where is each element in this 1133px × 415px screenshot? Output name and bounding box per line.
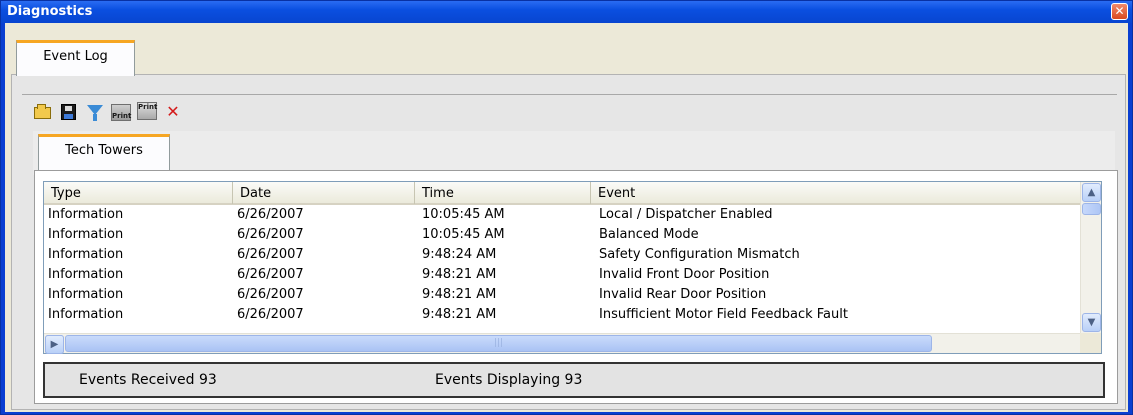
cell-event: Safety Configuration Mismatch [599,247,800,262]
cell-type: Information [48,247,124,262]
toolbar: Print Print ✕ [33,101,183,123]
horizontal-scrollbar[interactable]: ◀ ||| ▶ [44,333,1080,354]
print-icon: Print [111,104,131,121]
cell-date: 6/26/2007 [237,227,304,242]
events-received-label: Events Received 93 [79,372,217,388]
table-row[interactable]: Information 6/26/2007 9:48:21 AM Invalid… [44,285,1080,305]
status-bar: Events Received 93 Events Displaying 93 [43,362,1105,398]
clear-button[interactable]: ✕ [163,102,183,122]
open-button[interactable] [33,102,53,122]
table-row[interactable]: Information 6/26/2007 10:05:45 AM Balanc… [44,225,1080,245]
cell-type: Information [48,207,124,222]
column-header-event[interactable]: Event [591,182,1080,204]
list-header: Type Date Time Event [44,182,1080,205]
cell-time: 9:48:21 AM [422,307,497,322]
tab-event-log[interactable]: Event Log [16,40,135,76]
column-header-type[interactable]: Type [44,182,233,204]
filter-button[interactable] [85,102,105,122]
cell-event: Invalid Rear Door Position [599,287,767,302]
vertical-scroll-thumb[interactable] [1082,203,1101,215]
save-icon [61,104,76,120]
cell-time: 10:05:45 AM [422,227,505,242]
scroll-up-button[interactable]: ▲ [1082,183,1101,202]
cell-type: Information [48,287,124,302]
delete-icon: ✕ [166,102,180,121]
cell-event: Invalid Front Door Position [599,267,770,282]
scroll-right-button[interactable]: ▶ [45,335,64,354]
print-button[interactable]: Print [111,102,131,122]
save-button[interactable] [59,102,79,122]
title-bar[interactable]: Diagnostics ✕ [1,1,1132,23]
column-header-date[interactable]: Date [233,182,415,204]
cell-date: 6/26/2007 [237,207,304,222]
diagnostics-window: Diagnostics ✕ Event Log Print Print ✕ Te… [0,0,1133,415]
outer-tab-strip [5,23,1128,74]
folder-open-icon [34,104,51,119]
scroll-down-button[interactable]: ▼ [1082,313,1101,332]
toolbar-divider [22,94,1117,95]
table-row[interactable]: Information 6/26/2007 10:05:45 AM Local … [44,205,1080,225]
cell-type: Information [48,227,124,242]
cell-date: 6/26/2007 [237,247,304,262]
tab-tech-towers[interactable]: Tech Towers [38,134,170,170]
column-header-time[interactable]: Time [415,182,591,204]
event-rows: Information 6/26/2007 10:05:45 AM Local … [44,205,1080,325]
window-client: Event Log Print Print ✕ Tech Towers Type… [5,23,1128,412]
cell-time: 9:48:21 AM [422,287,497,302]
table-row[interactable]: Information 6/26/2007 9:48:21 AM Insuffi… [44,305,1080,325]
window-title: Diagnostics [7,4,93,19]
cell-type: Information [48,267,124,282]
cell-event: Local / Dispatcher Enabled [599,207,773,222]
cell-time: 9:48:21 AM [422,267,497,282]
event-list[interactable]: Type Date Time Event Information 6/26/20… [43,181,1102,354]
horizontal-scroll-thumb[interactable]: ||| [65,335,932,352]
inner-tab-strip [33,131,1115,175]
cell-event: Balanced Mode [599,227,699,242]
vertical-scrollbar[interactable]: ▲ ▼ [1080,182,1101,334]
table-row[interactable]: Information 6/26/2007 9:48:21 AM Invalid… [44,265,1080,285]
table-row[interactable]: Information 6/26/2007 9:48:24 AM Safety … [44,245,1080,265]
filter-icon [87,105,103,121]
cell-event: Insufficient Motor Field Feedback Fault [599,307,848,322]
cell-time: 9:48:24 AM [422,247,497,262]
cell-date: 6/26/2007 [237,267,304,282]
close-button[interactable]: ✕ [1111,3,1128,20]
print-preview-button[interactable]: Print [137,102,157,122]
cell-date: 6/26/2007 [237,287,304,302]
scrollbar-corner [1080,333,1101,353]
events-displaying-label: Events Displaying 93 [435,372,583,388]
cell-date: 6/26/2007 [237,307,304,322]
cell-time: 10:05:45 AM [422,207,505,222]
print-preview-icon: Print [137,102,157,120]
cell-type: Information [48,307,124,322]
